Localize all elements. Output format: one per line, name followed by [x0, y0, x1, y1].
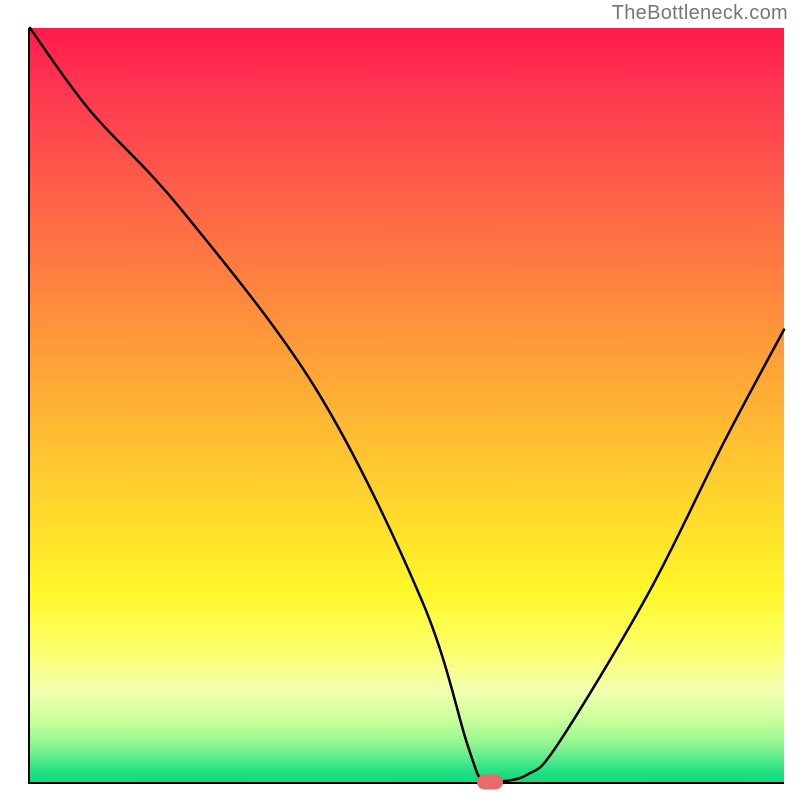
- attribution-label: TheBottleneck.com: [612, 2, 788, 25]
- optimal-marker: [477, 775, 503, 790]
- plot-area: [28, 28, 784, 784]
- chart-container: TheBottleneck.com: [0, 0, 800, 800]
- bottleneck-curve: [30, 28, 784, 782]
